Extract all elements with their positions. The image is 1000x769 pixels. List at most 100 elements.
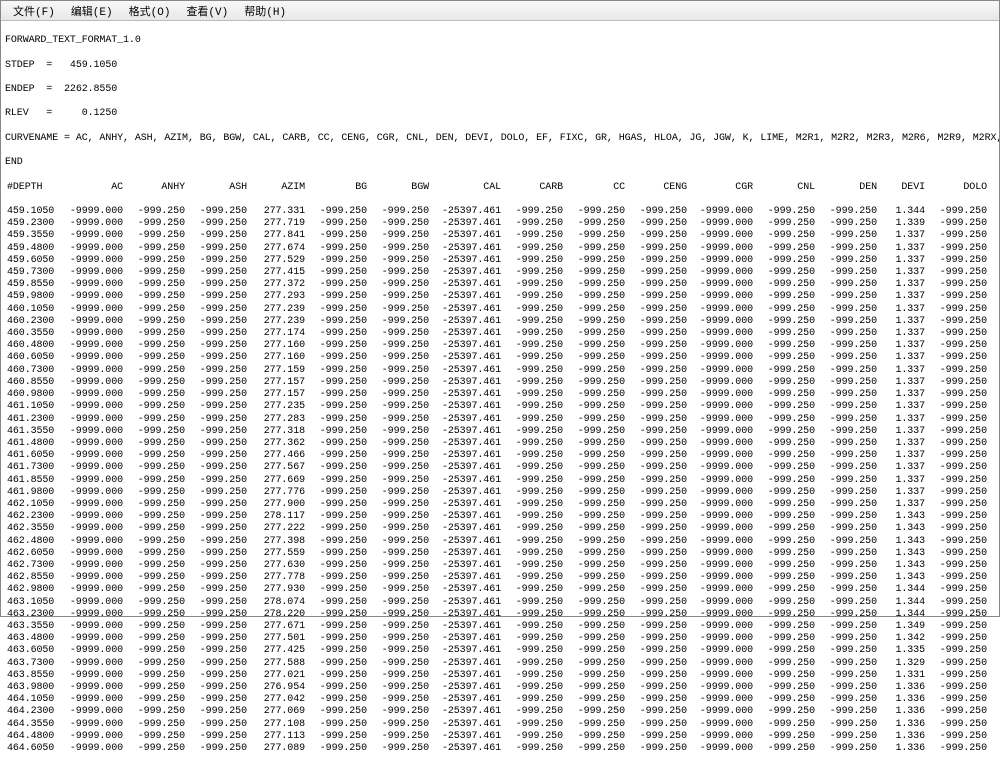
cell: -999.250 [123, 389, 185, 401]
cell: -999.250 [185, 633, 247, 645]
cell: -999.250 [123, 462, 185, 474]
cell: -9999.000 [57, 206, 123, 218]
cell: -25397.461 [429, 548, 501, 560]
cell: -999.250 [305, 377, 367, 389]
cell: -999.250 [925, 499, 987, 511]
cell: -25397.461 [429, 426, 501, 438]
cell: -9999.000 [687, 230, 753, 242]
cell: -999.250 [753, 731, 815, 743]
cell: -999.250 [185, 475, 247, 487]
cell: -9999.000 [687, 377, 753, 389]
cell: -999.250 [753, 499, 815, 511]
table-row: 463.8550-9999.000-999.250-999.250277.021… [5, 670, 995, 682]
cell: -999.250 [815, 365, 877, 377]
cell: -999.250 [123, 548, 185, 560]
cell: -25397.461 [429, 377, 501, 389]
cell: -999.250 [563, 377, 625, 389]
cell: 463.2300 [5, 609, 57, 621]
cell: -999.250 [925, 462, 987, 474]
cell: -999.250 [185, 426, 247, 438]
cell: -999.250 [563, 670, 625, 682]
cell: -999.250 [367, 328, 429, 340]
cell: -9999.000 [687, 438, 753, 450]
cell: 277.160 [247, 340, 305, 352]
cell: -999.250 [305, 267, 367, 279]
cell: -999.250 [815, 621, 877, 633]
cell: 277.239 [247, 316, 305, 328]
cell: -9999.000 [57, 304, 123, 316]
menu-format[interactable]: 格式(O) [121, 1, 179, 21]
cell: -9999.000 [57, 389, 123, 401]
cell: -9999.000 [57, 706, 123, 718]
cell: -999.250 [185, 316, 247, 328]
cell: -9999.000 [57, 352, 123, 364]
curvename-line: CURVENAME = AC, ANHY, ASH, AZIM, BG, BGW… [5, 133, 995, 145]
cell: -999.250 [501, 414, 563, 426]
cell: -9999.000 [57, 426, 123, 438]
cell: -999.250 [753, 218, 815, 230]
cell: -999.250 [305, 316, 367, 328]
cell: -999.250 [185, 670, 247, 682]
cell: -25397.461 [429, 633, 501, 645]
cell: 459.3550 [5, 230, 57, 242]
cell: -999.250 [753, 243, 815, 255]
cell: -25397.461 [429, 658, 501, 670]
cell: -999.250 [625, 645, 687, 657]
cell: -999.250 [625, 377, 687, 389]
cell: -999.250 [815, 243, 877, 255]
cell: -999.250 [123, 645, 185, 657]
cell: 277.159 [247, 365, 305, 377]
cell: -999.250 [501, 291, 563, 303]
cell: 1.337 [877, 365, 925, 377]
cell: 277.778 [247, 572, 305, 584]
cell: -999.250 [815, 584, 877, 596]
cell: 278.117 [247, 511, 305, 523]
cell: -999.250 [305, 365, 367, 377]
menu-file[interactable]: 文件(F) [5, 1, 63, 21]
cell: -9999.000 [57, 291, 123, 303]
cell: -999.250 [501, 572, 563, 584]
cell: -999.250 [925, 536, 987, 548]
cell: 459.9800 [5, 291, 57, 303]
cell: -999.250 [501, 536, 563, 548]
table-row: 461.6050-9999.000-999.250-999.250277.466… [5, 450, 995, 462]
cell: -999.250 [925, 316, 987, 328]
cell: -999.250 [185, 414, 247, 426]
cell: -999.250 [563, 731, 625, 743]
cell: -9999.000 [57, 267, 123, 279]
endep-label: ENDEP = [5, 84, 52, 95]
menu-help[interactable]: 帮助(H) [236, 1, 294, 21]
cell: -9999.000 [57, 365, 123, 377]
rlev-value: 0.1250 [82, 108, 117, 119]
cell: -999.250 [815, 560, 877, 572]
cell: -999.250 [815, 731, 877, 743]
cell: -25397.461 [429, 365, 501, 377]
cell: 1.344 [877, 584, 925, 596]
cell: -999.250 [367, 597, 429, 609]
cell: 1.336 [877, 694, 925, 706]
cell: -999.250 [925, 414, 987, 426]
cell: -9999.000 [687, 743, 753, 755]
table-row: 462.6050-9999.000-999.250-999.250277.559… [5, 548, 995, 560]
text-content[interactable]: FORWARD_TEXT_FORMAT_1.0 STDEP = 459.1050… [1, 21, 999, 769]
cell: -999.250 [753, 377, 815, 389]
cell: -999.250 [367, 243, 429, 255]
cell: -999.250 [625, 621, 687, 633]
cell: -999.250 [925, 719, 987, 731]
cell: 1.337 [877, 499, 925, 511]
cell: 1.343 [877, 536, 925, 548]
cell: 277.398 [247, 536, 305, 548]
menu-view[interactable]: 查看(V) [178, 1, 236, 21]
cell: 277.174 [247, 328, 305, 340]
cell: -9999.000 [687, 658, 753, 670]
cell: -999.250 [815, 426, 877, 438]
cell: -9999.000 [687, 719, 753, 731]
cell: 1.344 [877, 609, 925, 621]
menu-edit[interactable]: 编辑(E) [63, 1, 121, 21]
table-row: 460.7300-9999.000-999.250-999.250277.159… [5, 365, 995, 377]
cell: -999.250 [925, 633, 987, 645]
cell: 278.220 [247, 609, 305, 621]
col-den: DEN [815, 182, 877, 194]
cell: -999.250 [305, 548, 367, 560]
cell: -999.250 [305, 206, 367, 218]
